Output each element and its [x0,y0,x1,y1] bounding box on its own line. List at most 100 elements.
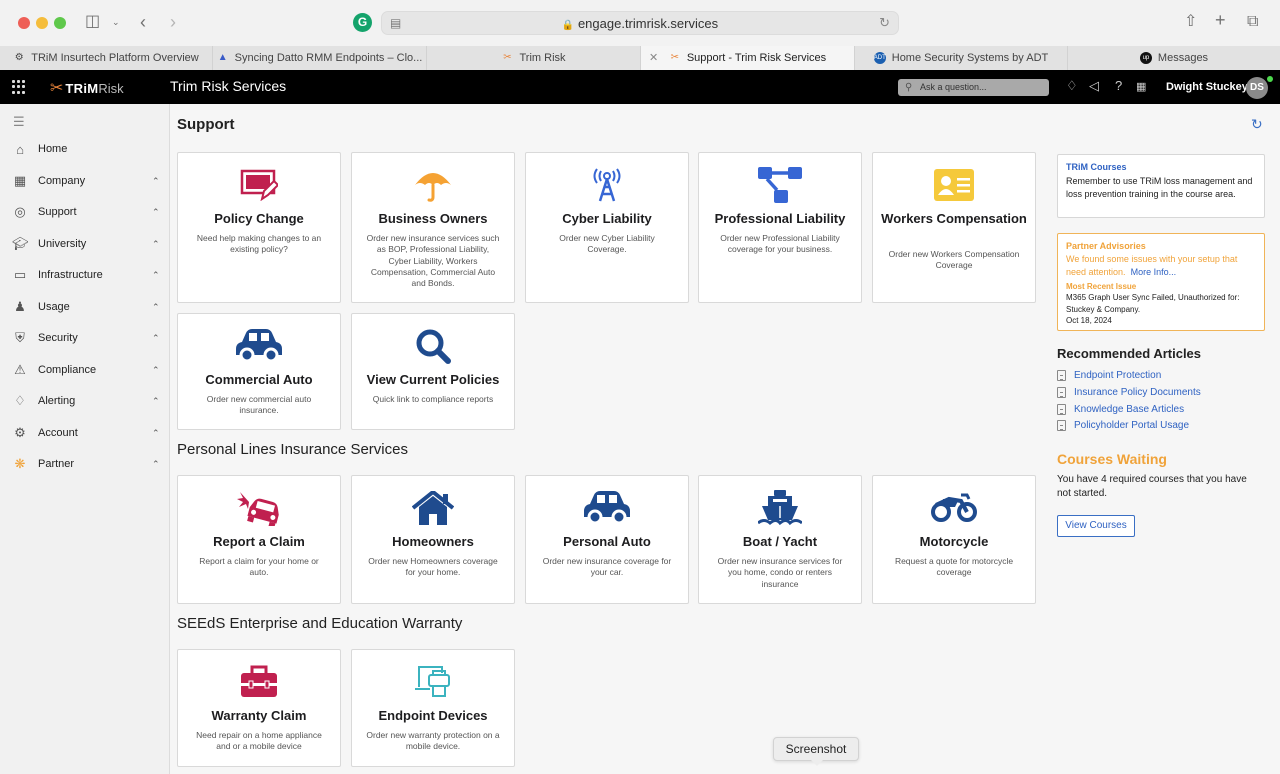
upwork-icon: up [1139,52,1152,64]
ship-icon [699,488,861,528]
home-icon: ⌂ [16,141,24,157]
card-view-current-policies[interactable]: View Current Policies Quick link to comp… [351,313,515,430]
recommended-articles-title: Recommended Articles [1057,346,1202,361]
lifebuoy-icon: ◎ [14,204,26,219]
new-tab-icon[interactable]: + [1215,10,1226,30]
trim-courses-text: Remember to use TRiM loss management and… [1066,176,1253,199]
card-cyber-liability[interactable]: Cyber Liability Order new Cyber Liabilit… [525,152,689,303]
back-icon[interactable]: ‹ [140,12,146,32]
trim-courses-title[interactable]: TRiM Courses [1066,162,1127,172]
sidebar-item-security[interactable]: ⛨ Security ⌃ [0,324,170,352]
trimrisk-icon: ✂ [670,52,679,63]
document-icon [1057,419,1066,431]
help-icon[interactable]: ? [1115,78,1122,93]
monitor-icon: ▭ [13,267,27,282]
tab-support[interactable]: ✕ ✂ Support - Trim Risk Services [641,46,855,70]
users-icon: ♟ [14,299,26,314]
ask-question-input[interactable]: ⚲ Ask a question... [898,79,1049,96]
document-icon [1057,369,1066,381]
sidebar-item-partner[interactable]: ❋ Partner ⌃ [0,450,170,478]
browser-toolbar: ◫ ⌄ ‹ › G ▤ 🔒 engage.trimrisk.services ↻… [0,0,1280,46]
chevron-up-icon: ⌃ [152,364,160,375]
tab-datto[interactable]: ▲ Syncing Datto RMM Endpoints – Clo... [213,46,427,70]
reload-icon[interactable]: ↻ [879,15,890,31]
hamburger-menu-icon[interactable]: ☰ [13,114,25,130]
card-commercial-auto[interactable]: Commercial Auto Order new commercial aut… [177,313,341,430]
ask-placeholder: Ask a question... [920,82,987,92]
card-motorcycle[interactable]: Motorcycle Request a quote for motorcycl… [872,475,1036,604]
user-name[interactable]: Dwight Stuckey [1166,81,1248,93]
card-endpoint-devices[interactable]: Endpoint Devices Order new warranty prot… [351,649,515,767]
card-homeowners[interactable]: Homeowners Order new Homeowners coverage… [351,475,515,604]
sidebar-item-infrastructure[interactable]: ▭ Infrastructure ⌃ [0,261,170,289]
address-bar[interactable]: ▤ 🔒 engage.trimrisk.services ↻ [381,11,899,35]
chevron-up-icon: ⌃ [152,175,160,186]
tab-label: Support - Trim Risk Services [686,52,827,64]
sidebar-toggle-icon[interactable]: ◫ [85,12,100,32]
megaphone-icon[interactable]: ◁ [1089,78,1099,94]
avatar[interactable]: DS [1246,77,1268,99]
edit-document-icon [178,165,340,205]
grammarly-icon[interactable]: G [353,13,372,32]
article-link[interactable]: Insurance Policy Documents [1057,385,1201,399]
tab-label: TRiM Insurtech Platform Overview [31,52,199,64]
article-link[interactable]: Endpoint Protection [1057,368,1161,382]
shield-icon: ⛨ [15,330,25,345]
screenshot-tooltip: Screenshot [773,737,859,766]
card-report-claim[interactable]: Report a Claim Report a claim for your h… [177,475,341,604]
app-launcher-icon[interactable] [12,80,26,94]
card-professional-liability[interactable]: Professional Liability Order new Profess… [698,152,862,303]
trimrisk-logo[interactable]: ✂ TRiM Risk [50,78,124,98]
card-personal-auto[interactable]: Personal Auto Order new insurance covera… [525,475,689,604]
tab-trim-overview[interactable]: ⚙ TRiM Insurtech Platform Overview [0,46,213,70]
sidebar-item-account[interactable]: ⚙ Account ⌃ [0,419,170,447]
warning-icon: ⚠ [14,362,26,377]
courses-waiting-title: Courses Waiting [1057,451,1167,467]
article-link[interactable]: Knowledge Base Articles [1057,402,1184,416]
tab-trim-risk[interactable]: ✂ Trim Risk [427,46,641,70]
id-card-icon [873,165,1035,205]
sidebar-item-support[interactable]: ◎ Support ⌃ [0,198,170,226]
close-tab-icon[interactable]: ✕ [649,51,658,64]
main-content: Support ↻ Policy Change Need help making… [170,104,1280,774]
tab-label: Home Security Systems by ADT [891,52,1049,64]
minimize-window-button[interactable] [36,17,48,29]
datto-icon: ▲ [217,52,228,63]
partner-icon: ❋ [14,456,26,471]
sidebar-item-home[interactable]: ⌂ Home [0,135,170,163]
more-info-link[interactable]: More Info... [1131,267,1177,277]
trim-courses-box: TRiM Courses Remember to use TRiM loss m… [1057,154,1265,218]
article-link[interactable]: Policyholder Portal Usage [1057,418,1189,432]
card-boat-yacht[interactable]: Boat / Yacht Order new insurance service… [698,475,862,604]
tab-messages[interactable]: up Messages [1068,46,1280,70]
close-window-button[interactable] [18,17,30,29]
bell-icon: ♢ [14,393,26,408]
card-policy-change[interactable]: Policy Change Need help making changes t… [177,152,341,303]
sidebar-item-usage[interactable]: ♟ Usage ⌃ [0,293,170,321]
card-warranty-claim[interactable]: Warranty Claim Need repair on a home app… [177,649,341,767]
refresh-icon[interactable]: ↻ [1251,116,1263,133]
share-icon[interactable]: ⇧ [1184,12,1197,32]
newsletter-icon[interactable]: ▦ [1136,80,1146,93]
tab-overview-icon[interactable]: ⧉ [1247,12,1258,32]
section-title-personal-lines: Personal Lines Insurance Services [177,441,408,458]
chevron-up-icon: ⌃ [152,395,160,406]
broadcast-tower-icon [526,165,688,205]
search-icon [352,326,514,366]
view-courses-button[interactable]: View Courses [1057,515,1135,537]
card-business-owners[interactable]: Business Owners Order new insurance serv… [351,152,515,303]
forward-icon[interactable]: › [170,12,176,32]
section-title-seeds: SEEdS Enterprise and Education Warranty [177,615,463,632]
most-recent-issue-date: Oct 18, 2024 [1066,316,1112,325]
tab-adt[interactable]: ADT Home Security Systems by ADT [855,46,1068,70]
sidebar-item-university[interactable]: 🎓︎ University ⌃ [0,230,170,258]
chevron-up-icon: ⌃ [152,206,160,217]
sidebar-item-company[interactable]: ▦ Company ⌃ [0,167,170,195]
chevron-down-icon[interactable]: ⌄ [112,12,120,32]
sidebar-item-alerting[interactable]: ♢ Alerting ⌃ [0,387,170,415]
bell-icon[interactable]: ♢ [1066,78,1078,94]
maximize-window-button[interactable] [54,17,66,29]
card-workers-compensation[interactable]: Workers Compensation Order new Workers C… [872,152,1036,303]
motorcycle-icon [873,488,1035,528]
sidebar-item-compliance[interactable]: ⚠ Compliance ⌃ [0,356,170,384]
